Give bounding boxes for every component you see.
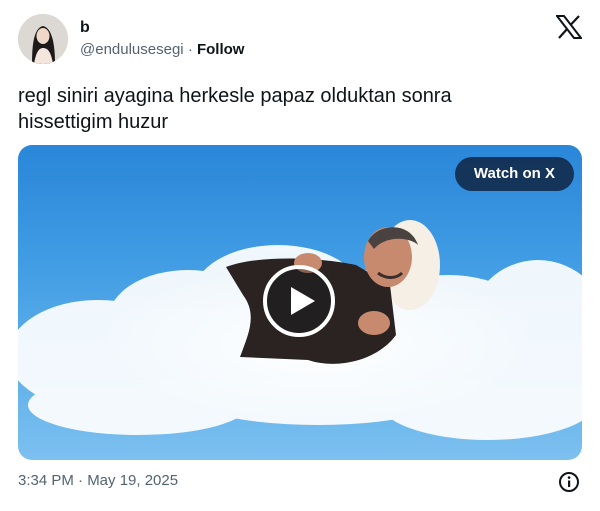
author-handle-row: @endulusesegi · Follow xyxy=(80,41,244,58)
author-name[interactable]: b xyxy=(80,19,90,37)
play-button[interactable] xyxy=(263,265,335,337)
watch-on-x-button[interactable]: Watch on X xyxy=(454,157,574,191)
play-icon xyxy=(263,265,335,337)
tweet-text-line-1: regl siniri ayagina herkesle papaz olduk… xyxy=(18,85,452,107)
separator-dot: · xyxy=(187,41,193,58)
avatar-image xyxy=(18,14,68,64)
avatar[interactable] xyxy=(18,14,68,64)
video-player[interactable]: Watch on X xyxy=(18,145,582,460)
info-icon[interactable] xyxy=(558,471,580,493)
x-logo-icon[interactable] xyxy=(554,15,584,39)
follow-button[interactable]: Follow xyxy=(197,41,245,58)
tweet-text: regl siniri ayagina herkesle papaz olduk… xyxy=(18,83,578,135)
tweet-timestamp[interactable]: 3:34 PM · May 19, 2025 xyxy=(18,472,178,489)
tweet-text-line-2: hissettigim huzur xyxy=(18,111,169,133)
author-handle[interactable]: @endulusesegi xyxy=(80,41,184,58)
